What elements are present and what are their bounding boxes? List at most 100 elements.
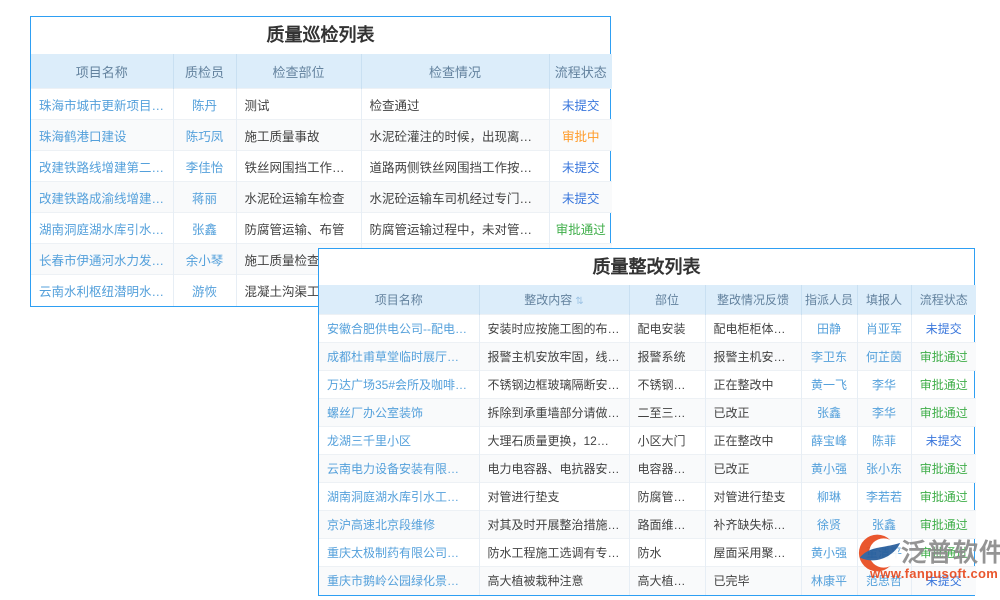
table-row: 安徽合肥供电公司--配电设备... 安装时应按施工图的布置，将... 配电安装 …: [319, 315, 976, 343]
part-cell: 测试: [236, 89, 361, 120]
rectification-table-title: 质量整改列表: [319, 249, 974, 285]
watermark-url: www.fanpusoft.com: [870, 566, 1000, 581]
project-link[interactable]: 珠海鹤港口建设: [31, 120, 173, 151]
assignee-link[interactable]: 黄小强: [801, 455, 857, 483]
project-link[interactable]: 珠海市城市更新项目紫...: [31, 89, 173, 120]
reporter-link[interactable]: 张小东: [857, 455, 911, 483]
reporter-link[interactable]: 李华: [857, 371, 911, 399]
content-cell: 对管进行垫支: [479, 483, 629, 511]
feedback-cell: 配电柜柜体与...: [705, 315, 801, 343]
content-cell: 电力电容器、电抗器安装方案,...: [479, 455, 629, 483]
project-link[interactable]: 重庆太极制药有限公司亳州中...: [319, 539, 479, 567]
project-link[interactable]: 云南水利枢纽潜明水库...: [31, 275, 173, 306]
table-row: 改建铁路成渝线增建第... 蒋丽 水泥砼运输车检查 水泥砼运输车司机经过专门培训…: [31, 182, 612, 213]
project-link[interactable]: 京沪高速北京段维修: [319, 511, 479, 539]
content-cell: 拆除到承重墙部分请做好加固...: [479, 399, 629, 427]
column-header-project: 项目名称: [31, 54, 173, 89]
table-row: 珠海鹤港口建设 陈巧凤 施工质量事故 水泥砼灌注的时候，出现离析现象 审批中: [31, 120, 612, 151]
project-link[interactable]: 成都杜甫草堂临时展厅独立展...: [319, 343, 479, 371]
assignee-link[interactable]: 李卫东: [801, 343, 857, 371]
status-badge: 审批通过: [911, 483, 976, 511]
assignee-link[interactable]: 张鑫: [801, 399, 857, 427]
project-link[interactable]: 龙湖三千里小区: [319, 427, 479, 455]
part-cell: 水泥砼运输车检查: [236, 182, 361, 213]
column-header-content-label: 整改内容: [524, 293, 572, 307]
feedback-cell: 正在整改中: [705, 427, 801, 455]
column-header-status: 流程状态: [549, 54, 612, 89]
status-badge: 审批通过: [549, 213, 612, 244]
table-row: 云南电力设备安装有限公司20... 电力电容器、电抗器安装方案,... 电容器安…: [319, 455, 976, 483]
status-badge: 未提交: [911, 315, 976, 343]
column-header-content[interactable]: 整改内容⇅: [479, 285, 629, 315]
table-row: 万达广场35#会所及咖啡厅空... 不锈钢边框玻璃隔断安装不牢... 不锈钢安装…: [319, 371, 976, 399]
project-link[interactable]: 重庆市鹅岭公园绿化景观提升...: [319, 567, 479, 595]
inspection-header-row: 项目名称 质检员 检查部位 检查情况 流程状态: [31, 54, 612, 89]
status-badge: 未提交: [549, 182, 612, 213]
assignee-link[interactable]: 田静: [801, 315, 857, 343]
column-header-part: 检查部位: [236, 54, 361, 89]
table-row: 湖南洞庭湖水库引水工... 张鑫 防腐管运输、布管 防腐管运输过程中，未对管进行…: [31, 213, 612, 244]
project-link[interactable]: 改建铁路线增建第二线...: [31, 151, 173, 182]
status-badge: 未提交: [911, 427, 976, 455]
part-cell: 路面维修检...: [629, 511, 705, 539]
inspector-link[interactable]: 张鑫: [173, 213, 236, 244]
content-cell: 安装时应按施工图的布置，将...: [479, 315, 629, 343]
assignee-link[interactable]: 黄小强: [801, 539, 857, 567]
inspector-link[interactable]: 游恢: [173, 275, 236, 306]
inspector-link[interactable]: 余小琴: [173, 244, 236, 275]
reporter-link[interactable]: 李华: [857, 399, 911, 427]
feedback-cell: 已改正: [705, 399, 801, 427]
part-cell: 电容器安装...: [629, 455, 705, 483]
table-row: 成都杜甫草堂临时展厅独立展... 报警主机安放牢固，线缆连接... 报警系统 报…: [319, 343, 976, 371]
column-header-inspector: 质检员: [173, 54, 236, 89]
table-row: 龙湖三千里小区 大理石质量更换，12月31日之... 小区大门 正在整改中 薛宝…: [319, 427, 976, 455]
feedback-cell: 对管进行垫支: [705, 483, 801, 511]
situation-cell: 防腐管运输过程中，未对管进行...: [361, 213, 549, 244]
inspector-link[interactable]: 李佳怡: [173, 151, 236, 182]
project-link[interactable]: 万达广场35#会所及咖啡厅空...: [319, 371, 479, 399]
content-cell: 报警主机安放牢固，线缆连接...: [479, 343, 629, 371]
project-link[interactable]: 云南电力设备安装有限公司20...: [319, 455, 479, 483]
status-badge: 审批通过: [911, 343, 976, 371]
situation-cell: 检查通过: [361, 89, 549, 120]
sort-icon[interactable]: ⇅: [575, 296, 583, 307]
inspection-table-title: 质量巡检列表: [31, 17, 610, 54]
situation-cell: 水泥砼运输车司机经过专门培训...: [361, 182, 549, 213]
project-link[interactable]: 湖南洞庭湖水库引水工程施工标: [319, 483, 479, 511]
feedback-cell: 报警主机安放...: [705, 343, 801, 371]
table-row: 螺丝厂办公室装饰 拆除到承重墙部分请做好加固... 二至三楼混... 已改正 张…: [319, 399, 976, 427]
status-badge: 审批通过: [911, 399, 976, 427]
column-header-feedback: 整改情况反馈: [705, 285, 801, 315]
rectification-header-row: 项目名称 整改内容⇅ 部位 整改情况反馈 指派人员 填报人 流程状态: [319, 285, 976, 315]
project-link[interactable]: 长春市伊通河水力发电...: [31, 244, 173, 275]
assignee-link[interactable]: 徐贤: [801, 511, 857, 539]
part-cell: 铁丝网围挡工作检查: [236, 151, 361, 182]
part-cell: 高大植被栽种: [629, 567, 705, 595]
part-cell: 报警系统: [629, 343, 705, 371]
column-header-status: 流程状态: [911, 285, 976, 315]
content-cell: 高大植被栽种注意: [479, 567, 629, 595]
reporter-link[interactable]: 肖亚军: [857, 315, 911, 343]
table-row: 珠海市城市更新项目紫... 陈丹 测试 检查通过 未提交: [31, 89, 612, 120]
reporter-link[interactable]: 陈菲: [857, 427, 911, 455]
reporter-link[interactable]: 何芷茵: [857, 343, 911, 371]
situation-cell: 道路两侧铁丝网围挡工作按设计...: [361, 151, 549, 182]
inspector-link[interactable]: 陈巧凤: [173, 120, 236, 151]
inspector-link[interactable]: 蒋丽: [173, 182, 236, 213]
project-link[interactable]: 螺丝厂办公室装饰: [319, 399, 479, 427]
content-cell: 不锈钢边框玻璃隔断安装不牢...: [479, 371, 629, 399]
status-badge: 未提交: [549, 89, 612, 120]
column-header-reporter: 填报人: [857, 285, 911, 315]
assignee-link[interactable]: 薛宝峰: [801, 427, 857, 455]
project-link[interactable]: 安徽合肥供电公司--配电设备...: [319, 315, 479, 343]
inspector-link[interactable]: 陈丹: [173, 89, 236, 120]
reporter-link[interactable]: 李若若: [857, 483, 911, 511]
part-cell: 小区大门: [629, 427, 705, 455]
project-link[interactable]: 湖南洞庭湖水库引水工...: [31, 213, 173, 244]
column-header-part: 部位: [629, 285, 705, 315]
assignee-link[interactable]: 林康平: [801, 567, 857, 595]
assignee-link[interactable]: 柳琳: [801, 483, 857, 511]
status-badge: 未提交: [549, 151, 612, 182]
assignee-link[interactable]: 黄一飞: [801, 371, 857, 399]
project-link[interactable]: 改建铁路成渝线增建第...: [31, 182, 173, 213]
